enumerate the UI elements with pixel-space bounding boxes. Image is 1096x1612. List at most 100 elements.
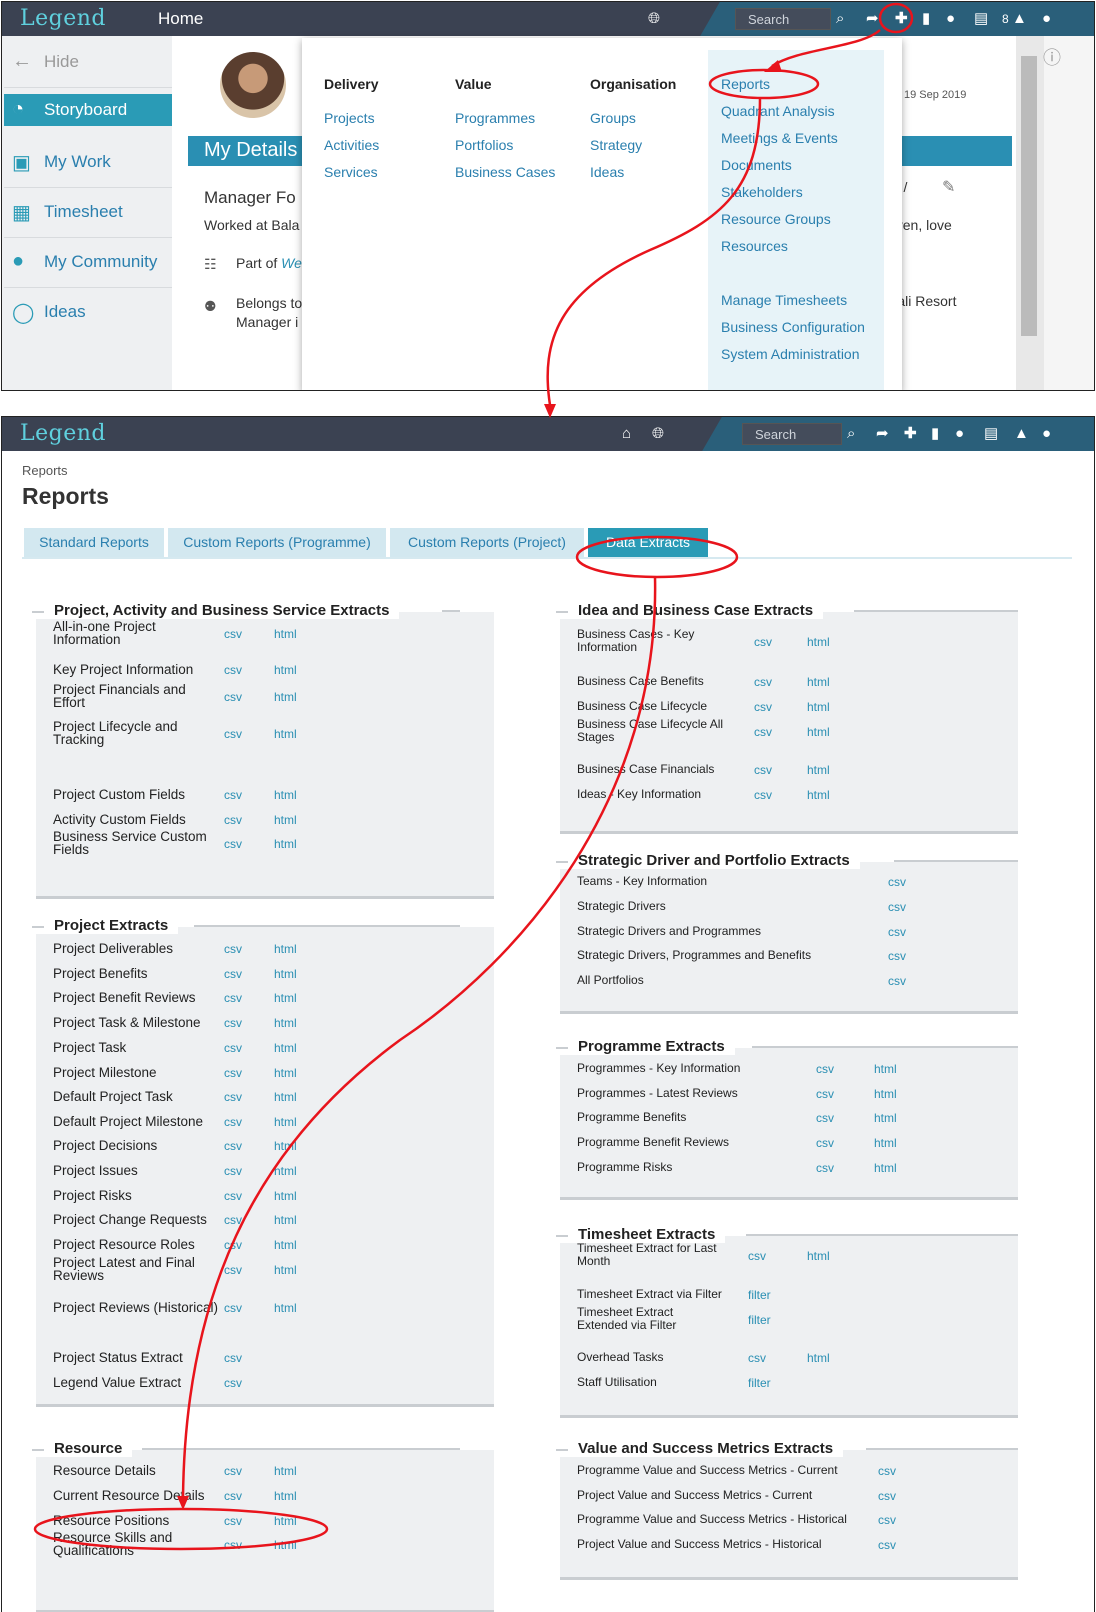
- link-csv[interactable]: csv: [224, 788, 242, 802]
- link-html[interactable]: html: [274, 788, 297, 802]
- menu-item-ideas[interactable]: Ideas: [590, 164, 624, 180]
- link-csv[interactable]: csv: [754, 788, 772, 802]
- logo[interactable]: Legend: [20, 6, 106, 31]
- link-csv[interactable]: csv: [878, 1489, 896, 1503]
- pencil-icon[interactable]: ✎: [942, 177, 955, 197]
- link-csv[interactable]: csv: [888, 949, 906, 963]
- link-html[interactable]: html: [874, 1136, 897, 1150]
- search-icon[interactable]: ⌕: [847, 426, 855, 441]
- link-html[interactable]: html: [274, 1016, 297, 1030]
- link-html[interactable]: html: [807, 675, 830, 689]
- link-html[interactable]: html: [807, 763, 830, 777]
- link-csv[interactable]: csv: [224, 690, 242, 704]
- link-csv[interactable]: csv: [754, 675, 772, 689]
- link-csv[interactable]: csv: [878, 1464, 896, 1478]
- link-html[interactable]: html: [874, 1062, 897, 1076]
- link-csv[interactable]: csv: [754, 725, 772, 739]
- link-html[interactable]: html: [274, 1090, 297, 1104]
- link-html[interactable]: html: [807, 635, 830, 649]
- home-title[interactable]: Home: [158, 9, 203, 29]
- link-html[interactable]: html: [274, 1238, 297, 1252]
- link-html[interactable]: html: [274, 663, 297, 677]
- link-csv[interactable]: csv: [888, 925, 906, 939]
- link-csv[interactable]: csv: [816, 1161, 834, 1175]
- tab-custom-reports-programme[interactable]: Custom Reports (Programme): [168, 528, 386, 557]
- sidebar-item-ideas[interactable]: ◯ Ideas: [4, 288, 172, 338]
- sidebar-item-storyboard[interactable]: ◔ Storyboard: [4, 94, 172, 126]
- share-icon[interactable]: ➦: [866, 11, 879, 26]
- menu-item-reports[interactable]: Reports: [721, 76, 770, 92]
- link-csv[interactable]: csv: [754, 635, 772, 649]
- menu-item-programmes[interactable]: Programmes: [455, 110, 535, 126]
- link-csv[interactable]: csv: [224, 1189, 242, 1203]
- link-html[interactable]: html: [274, 627, 297, 641]
- menu-item-groups[interactable]: Groups: [590, 110, 636, 126]
- link-csv[interactable]: csv: [888, 875, 906, 889]
- link-html[interactable]: html: [807, 1249, 830, 1263]
- link-csv[interactable]: csv: [224, 1263, 242, 1277]
- menu-item-business-configuration[interactable]: Business Configuration: [721, 319, 865, 335]
- link-html[interactable]: html: [274, 1066, 297, 1080]
- link-html[interactable]: html: [274, 1464, 297, 1478]
- bell-icon[interactable]: ▲: [1012, 11, 1027, 26]
- user-icon[interactable]: ●: [1042, 426, 1051, 441]
- menu-item-meetings-events[interactable]: Meetings & Events: [721, 130, 838, 146]
- share-icon[interactable]: ➦: [876, 426, 889, 441]
- link-html[interactable]: html: [274, 1301, 297, 1315]
- link-csv[interactable]: csv: [224, 1213, 242, 1227]
- link-csv[interactable]: csv: [888, 974, 906, 988]
- link-csv[interactable]: csv: [224, 1090, 242, 1104]
- menu-item-portfolios[interactable]: Portfolios: [455, 137, 513, 153]
- menu-item-business-cases[interactable]: Business Cases: [455, 164, 555, 180]
- menu-item-activities[interactable]: Activities: [324, 137, 379, 153]
- link-csv[interactable]: csv: [224, 1538, 242, 1552]
- link-csv[interactable]: csv: [224, 1514, 242, 1528]
- link-csv[interactable]: csv: [816, 1062, 834, 1076]
- link-csv[interactable]: csv: [224, 1238, 242, 1252]
- link-csv[interactable]: csv: [754, 700, 772, 714]
- link-html[interactable]: html: [874, 1161, 897, 1175]
- link-csv[interactable]: csv: [224, 1016, 242, 1030]
- link-csv[interactable]: csv: [224, 1489, 242, 1503]
- link-csv[interactable]: csv: [224, 1464, 242, 1478]
- part-of-link[interactable]: We: [281, 255, 302, 271]
- link-html[interactable]: html: [274, 942, 297, 956]
- link-html[interactable]: html: [274, 1041, 297, 1055]
- link-csv[interactable]: csv: [224, 991, 242, 1005]
- logo[interactable]: Legend: [20, 421, 106, 446]
- menu-item-projects[interactable]: Projects: [324, 110, 375, 126]
- link-csv[interactable]: csv: [224, 837, 242, 851]
- link-csv[interactable]: csv: [224, 1041, 242, 1055]
- link-csv[interactable]: csv: [754, 763, 772, 777]
- link-csv[interactable]: csv: [816, 1087, 834, 1101]
- link-html[interactable]: html: [807, 788, 830, 802]
- link-csv[interactable]: csv: [816, 1136, 834, 1150]
- link-html[interactable]: html: [807, 725, 830, 739]
- link-filter[interactable]: filter: [748, 1313, 771, 1327]
- document-icon[interactable]: ▤: [984, 426, 998, 441]
- bookmark-icon[interactable]: ▮: [922, 11, 930, 26]
- link-csv[interactable]: csv: [224, 1139, 242, 1153]
- menu-item-stakeholders[interactable]: Stakeholders: [721, 184, 803, 200]
- link-csv[interactable]: csv: [224, 727, 242, 741]
- link-csv[interactable]: csv: [224, 1376, 242, 1390]
- link-html[interactable]: html: [274, 1164, 297, 1178]
- link-filter[interactable]: filter: [748, 1288, 771, 1302]
- sidebar-hide[interactable]: ← Hide: [4, 38, 172, 88]
- menu-item-strategy[interactable]: Strategy: [590, 137, 642, 153]
- chat-icon[interactable]: ●: [946, 11, 955, 26]
- link-csv[interactable]: csv: [878, 1513, 896, 1527]
- tab-standard-reports[interactable]: Standard Reports: [24, 528, 164, 557]
- link-csv[interactable]: csv: [224, 942, 242, 956]
- sidebar-item-my-work[interactable]: ▣ My Work: [4, 138, 172, 188]
- link-csv[interactable]: csv: [224, 1301, 242, 1315]
- breadcrumb[interactable]: Reports: [22, 463, 68, 478]
- tab-custom-reports-project[interactable]: Custom Reports (Project): [390, 528, 584, 557]
- link-csv[interactable]: csv: [224, 813, 242, 827]
- link-html[interactable]: html: [874, 1111, 897, 1125]
- link-html[interactable]: html: [274, 1489, 297, 1503]
- link-csv[interactable]: csv: [224, 1066, 242, 1080]
- link-csv[interactable]: csv: [224, 627, 242, 641]
- menu-item-manage-timesheets[interactable]: Manage Timesheets: [721, 292, 847, 308]
- help-icon[interactable]: ⓘ: [1043, 44, 1061, 70]
